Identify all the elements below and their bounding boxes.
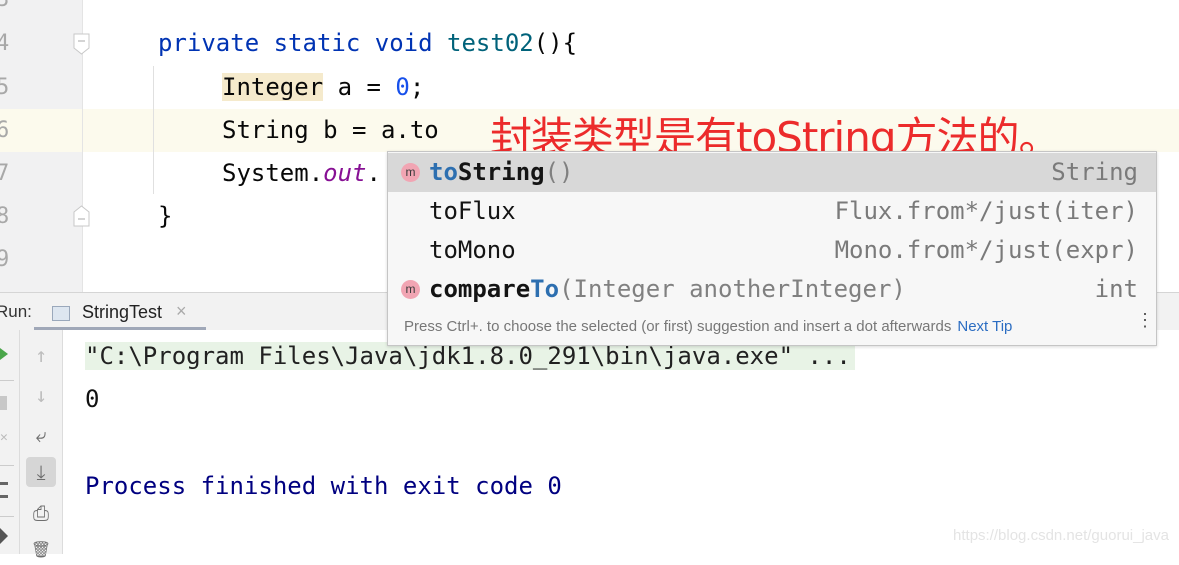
watermark: https://blog.csdn.net/guorui_java <box>953 527 1169 544</box>
tab-label: StringTest <box>82 302 163 322</box>
item-type: Flux.from*/just(iter) <box>834 197 1138 225</box>
line-number: 4 <box>0 31 10 56</box>
close-tab-icon[interactable]: × <box>176 301 187 322</box>
code-line-6[interactable]: String b = a.to <box>222 109 439 152</box>
item-name: compare <box>429 275 531 303</box>
completion-popup[interactable]: m toString() String toFlux Flux.from*/ju… <box>387 151 1157 346</box>
code-text: System. <box>222 159 324 187</box>
item-name: toFlux <box>429 197 516 225</box>
print-icon[interactable]: ⎙ <box>26 498 56 528</box>
line-number: 5 <box>0 75 10 100</box>
soft-wrap-icon[interactable]: ⤶ <box>26 420 56 450</box>
item-type: String <box>1051 158 1138 186</box>
console-line: 0 <box>85 385 100 413</box>
restore-layout-icon[interactable]: ✕ <box>0 430 10 445</box>
completion-hint: Press Ctrl+. to choose the selected (or … <box>404 318 1012 335</box>
number-literal: 0 <box>395 73 410 101</box>
code-line-7[interactable]: System.out. <box>222 152 381 195</box>
highlighted-type: Integer <box>222 73 324 101</box>
line-number: 9 <box>0 247 10 272</box>
trash-icon[interactable]: 🗑 <box>26 535 56 565</box>
line-number: 7 <box>0 161 10 186</box>
scroll-to-end-icon[interactable]: ⤓ <box>26 457 56 487</box>
item-type: int <box>1094 275 1138 303</box>
gutter: 3 4 5 6 7 8 9 <box>0 0 90 292</box>
match-text: to <box>429 158 458 186</box>
completion-item-tomono[interactable]: toMono Mono.from*/just(expr) <box>388 231 1156 270</box>
layout-icon[interactable] <box>0 482 8 498</box>
line-number: 8 <box>0 204 10 229</box>
fold-start-icon[interactable] <box>73 33 90 55</box>
code-line-8[interactable]: } <box>158 195 172 238</box>
method-name: test02 <box>447 29 534 57</box>
run-label: Run: <box>0 302 32 321</box>
item-name: String <box>457 158 545 186</box>
down-arrow-icon[interactable]: ↓ <box>26 380 56 410</box>
more-options-icon[interactable]: ⋮ <box>1136 311 1154 329</box>
divider <box>0 380 14 381</box>
fold-end-icon[interactable] <box>73 205 90 227</box>
completion-item-toflux[interactable]: toFlux Flux.from*/just(iter) <box>388 192 1156 231</box>
code-line-4[interactable]: private static void test02(){ <box>158 22 577 65</box>
code-text: ; <box>409 73 425 101</box>
code-text: a = <box>323 73 396 101</box>
tab-stringtest[interactable]: StringTest × <box>34 293 206 331</box>
stop-icon[interactable] <box>0 396 7 410</box>
rerun-icon[interactable] <box>0 348 8 360</box>
completion-item-compareto[interactable]: m compareTo(Integer anotherInteger) int <box>388 270 1156 309</box>
item-params: (Integer anotherInteger) <box>559 275 906 303</box>
indent-guide <box>153 66 154 194</box>
console-toolbar: ↑ ↓ ⤶ ⤓ ⎙ 🗑 <box>20 330 63 559</box>
command-line: "C:\Program Files\Java\jdk1.8.0_291\bin\… <box>85 342 855 370</box>
keyword: static <box>273 29 361 57</box>
item-type: Mono.from*/just(expr) <box>834 236 1138 264</box>
hint-text: Press Ctrl+. to choose the selected (or … <box>404 318 952 335</box>
code-text: (){ <box>533 29 578 57</box>
run-actions-toolbar: ✕ <box>0 330 20 554</box>
divider <box>0 516 14 517</box>
process-finished-line: Process finished with exit code 0 <box>85 472 562 500</box>
keyword: void <box>374 29 433 57</box>
up-arrow-icon[interactable]: ↑ <box>26 340 56 370</box>
pin-icon[interactable] <box>0 528 8 544</box>
console-output[interactable]: "C:\Program Files\Java\jdk1.8.0_291\bin\… <box>63 330 1179 554</box>
static-field: out <box>323 159 367 187</box>
match-text: To <box>530 275 560 303</box>
line-number: 6 <box>0 118 10 143</box>
divider <box>0 465 14 466</box>
method-icon: m <box>401 280 420 299</box>
code-text: . <box>366 159 381 187</box>
item-params: () <box>544 158 574 186</box>
console-icon <box>52 306 70 321</box>
completion-item-tostring[interactable]: m toString() String <box>388 153 1156 192</box>
keyword: private <box>158 29 260 57</box>
code-line-5[interactable]: Integer a = 0; <box>222 66 424 109</box>
line-number: 3 <box>0 0 16 21</box>
method-icon: m <box>401 163 420 182</box>
item-name: toMono <box>429 236 516 264</box>
next-tip-link[interactable]: Next Tip <box>957 318 1012 335</box>
